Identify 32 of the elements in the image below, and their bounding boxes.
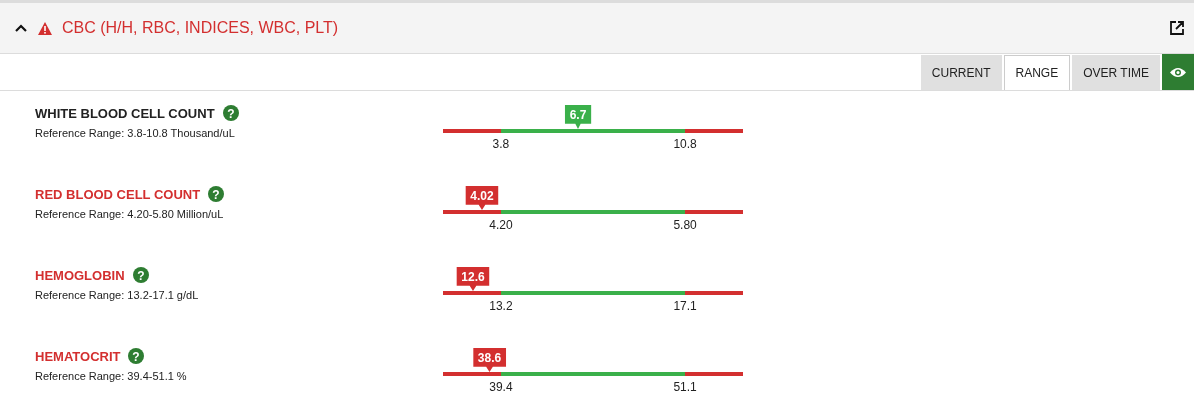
range-high: 51.1 [673, 380, 697, 394]
value-marker: 6.7 [564, 105, 592, 129]
reference-range: Reference Range: 39.4-51.1 % [35, 370, 188, 382]
test-name: HEMOGLOBIN [35, 267, 125, 283]
help-icon[interactable]: ? [208, 186, 225, 202]
panel-title: CBC (H/H, RBC, INDICES, WBC, PLT) [62, 19, 340, 37]
value-marker: 12.6 [456, 267, 490, 291]
external-link-icon[interactable] [1170, 21, 1184, 35]
view-tab[interactable]: RANGE [1003, 55, 1071, 90]
view-button[interactable] [1162, 54, 1194, 90]
help-icon[interactable]: ? [128, 348, 145, 364]
reference-range: Reference Range: 13.2-17.1 g/dL [35, 289, 200, 301]
eye-icon [1170, 66, 1186, 78]
range-low: 39.4 [489, 380, 513, 394]
view-tab[interactable]: OVER TIME [1072, 55, 1160, 90]
test-name: RED BLOOD CELL COUNT [35, 186, 201, 202]
value-marker: 38.6 [472, 348, 507, 372]
test-name: WHITE BLOOD CELL COUNT [35, 105, 215, 121]
test-name: HEMATOCRIT [35, 348, 121, 364]
range-high: 5.80 [673, 218, 697, 232]
help-icon[interactable]: ? [222, 105, 239, 121]
range-low: 3.8 [492, 137, 510, 151]
chevron-icon[interactable] [14, 23, 28, 33]
range-high: 17.1 [673, 299, 697, 313]
value-marker: 4.02 [465, 186, 499, 210]
range-high: 10.8 [673, 137, 697, 151]
range-low: 13.2 [489, 299, 513, 313]
reference-range: Reference Range: 3.8-10.8 Thousand/uL [35, 127, 236, 139]
reference-range: Reference Range: 4.20-5.80 Million/uL [35, 208, 225, 220]
help-icon[interactable]: ? [132, 267, 149, 283]
view-tab[interactable]: CURRENT [920, 55, 1002, 90]
range-low: 4.20 [489, 218, 513, 232]
